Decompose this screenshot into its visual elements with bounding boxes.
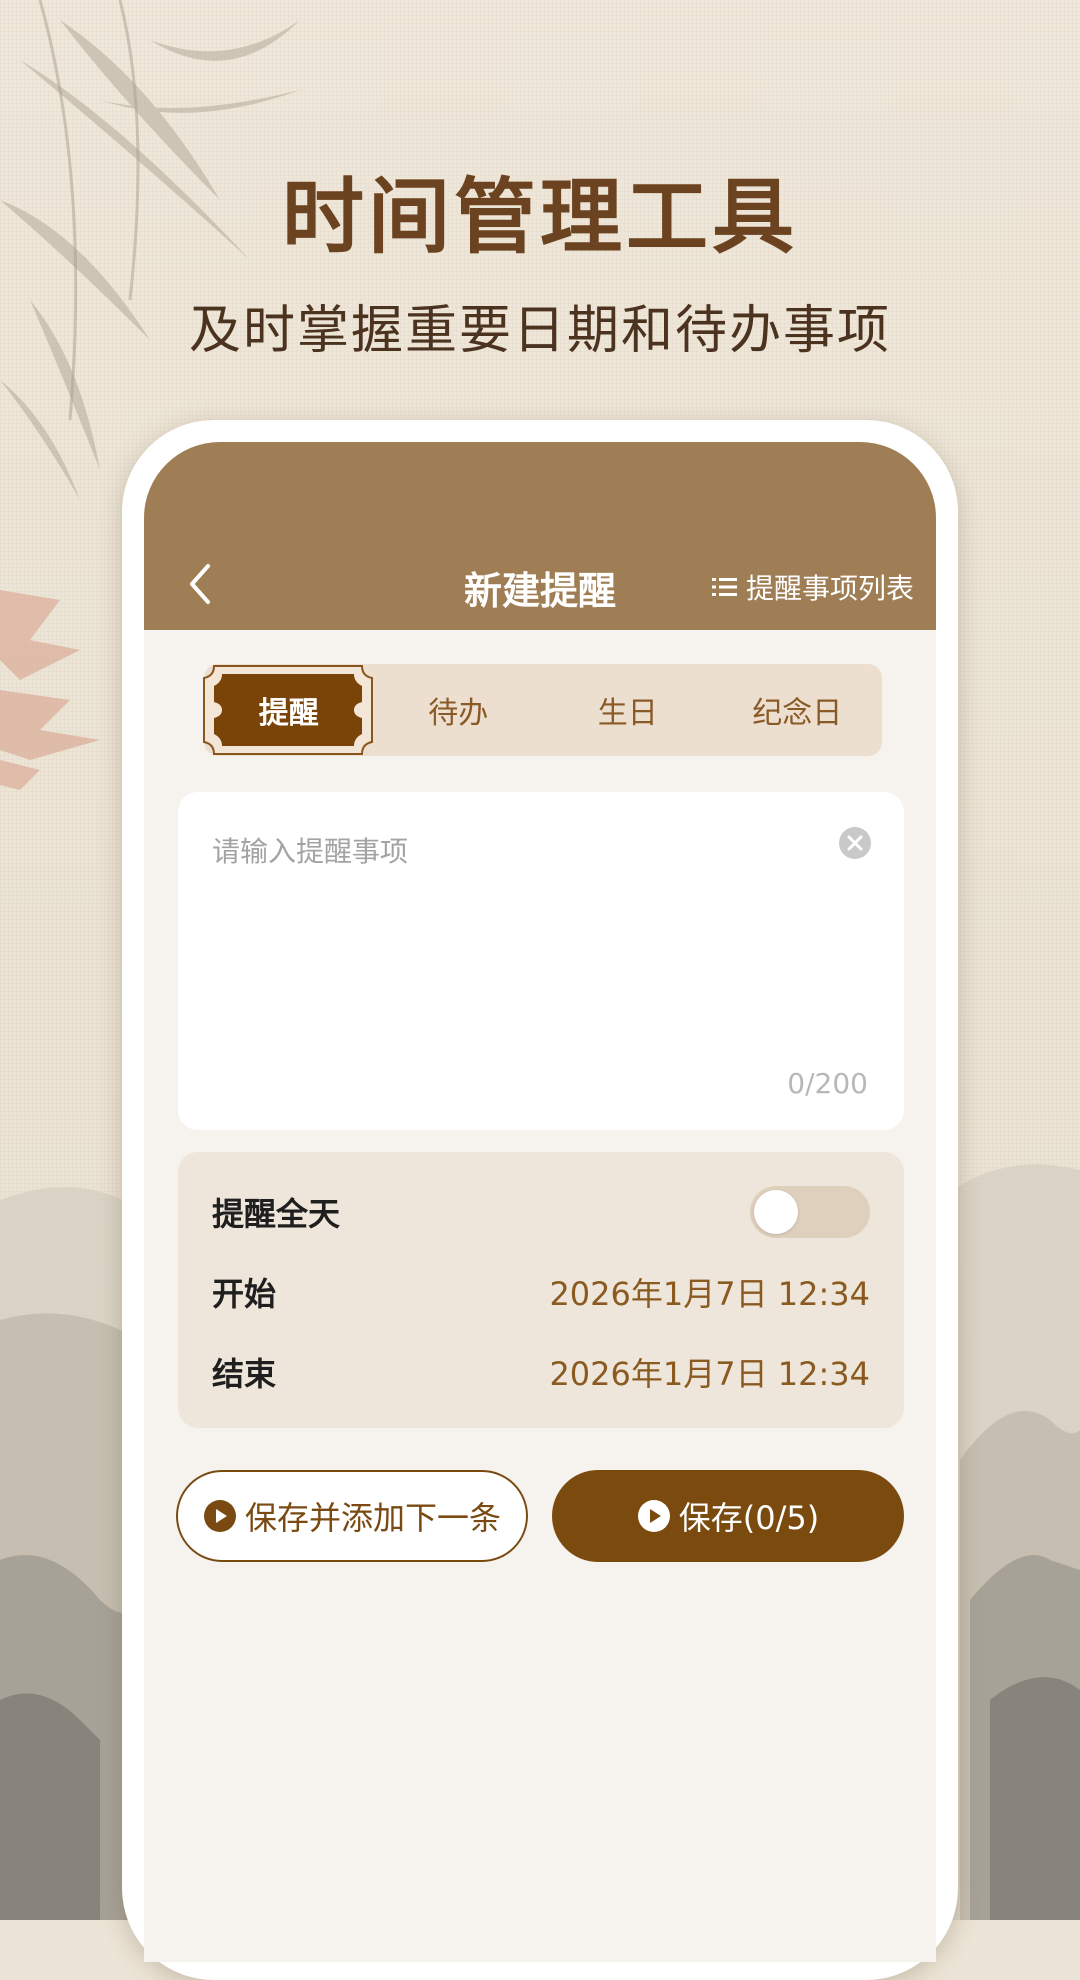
char-counter: 0/200 [787,1067,868,1100]
tab-birthday[interactable]: 生日 [543,664,713,756]
end-label: 结束 [212,1355,277,1393]
banner-subtitle: 及时掌握重要日期和待办事项 [188,301,891,361]
time-settings-card: 提醒全天 开始 2026年1月7日 12:34 结束 2026年1月7日 12:… [178,1152,904,1428]
all-day-label: 提醒全天 [212,1195,341,1233]
tab-reminder[interactable]: 提醒 [203,664,374,756]
reminder-list-link[interactable]: 提醒事项列表 [711,567,914,607]
toggle-knob [754,1190,798,1234]
start-time-row[interactable]: 开始 2026年1月7日 12:34 [212,1262,870,1322]
all-day-toggle[interactable] [750,1186,870,1238]
category-tabs: 提醒 待办 生日 纪念日 [203,664,883,756]
save-label: 保存(0/5) [678,1499,820,1537]
play-circle-icon [203,1499,237,1533]
tab-birthday-label: 生日 [597,696,658,731]
save-button[interactable]: 保存(0/5) [552,1470,904,1562]
start-value[interactable]: 2026年1月7日 12:34 [549,1269,870,1315]
all-day-row: 提醒全天 [212,1182,870,1242]
save-and-next-label: 保存并添加下一条 [244,1499,501,1537]
reminder-list-label: 提醒事项列表 [745,572,914,605]
end-value[interactable]: 2026年1月7日 12:34 [549,1349,870,1395]
banner-title: 时间管理工具 [281,169,798,265]
tab-anniversary[interactable]: 纪念日 [713,664,883,756]
input-placeholder: 请输入提醒事项 [212,835,409,868]
tab-todo[interactable]: 待办 [374,664,544,756]
save-and-next-button[interactable]: 保存并添加下一条 [176,1470,528,1562]
app-screen: 新建提醒 提醒事项列表 提醒 待办 生日 纪念日 请输入提醒事项 0/200 提… [144,442,936,1962]
tab-reminder-label: 提醒 [258,696,319,731]
list-icon [711,576,738,598]
tab-todo-label: 待办 [428,696,489,731]
play-circle-icon [637,1499,671,1533]
start-label: 开始 [212,1275,277,1313]
reminder-text-input[interactable]: 请输入提醒事项 0/200 [178,792,904,1130]
clear-icon[interactable] [838,826,872,860]
tab-anniversary-label: 纪念日 [752,696,843,731]
end-time-row[interactable]: 结束 2026年1月7日 12:34 [212,1342,870,1402]
app-bar: 新建提醒 提醒事项列表 [144,442,936,630]
